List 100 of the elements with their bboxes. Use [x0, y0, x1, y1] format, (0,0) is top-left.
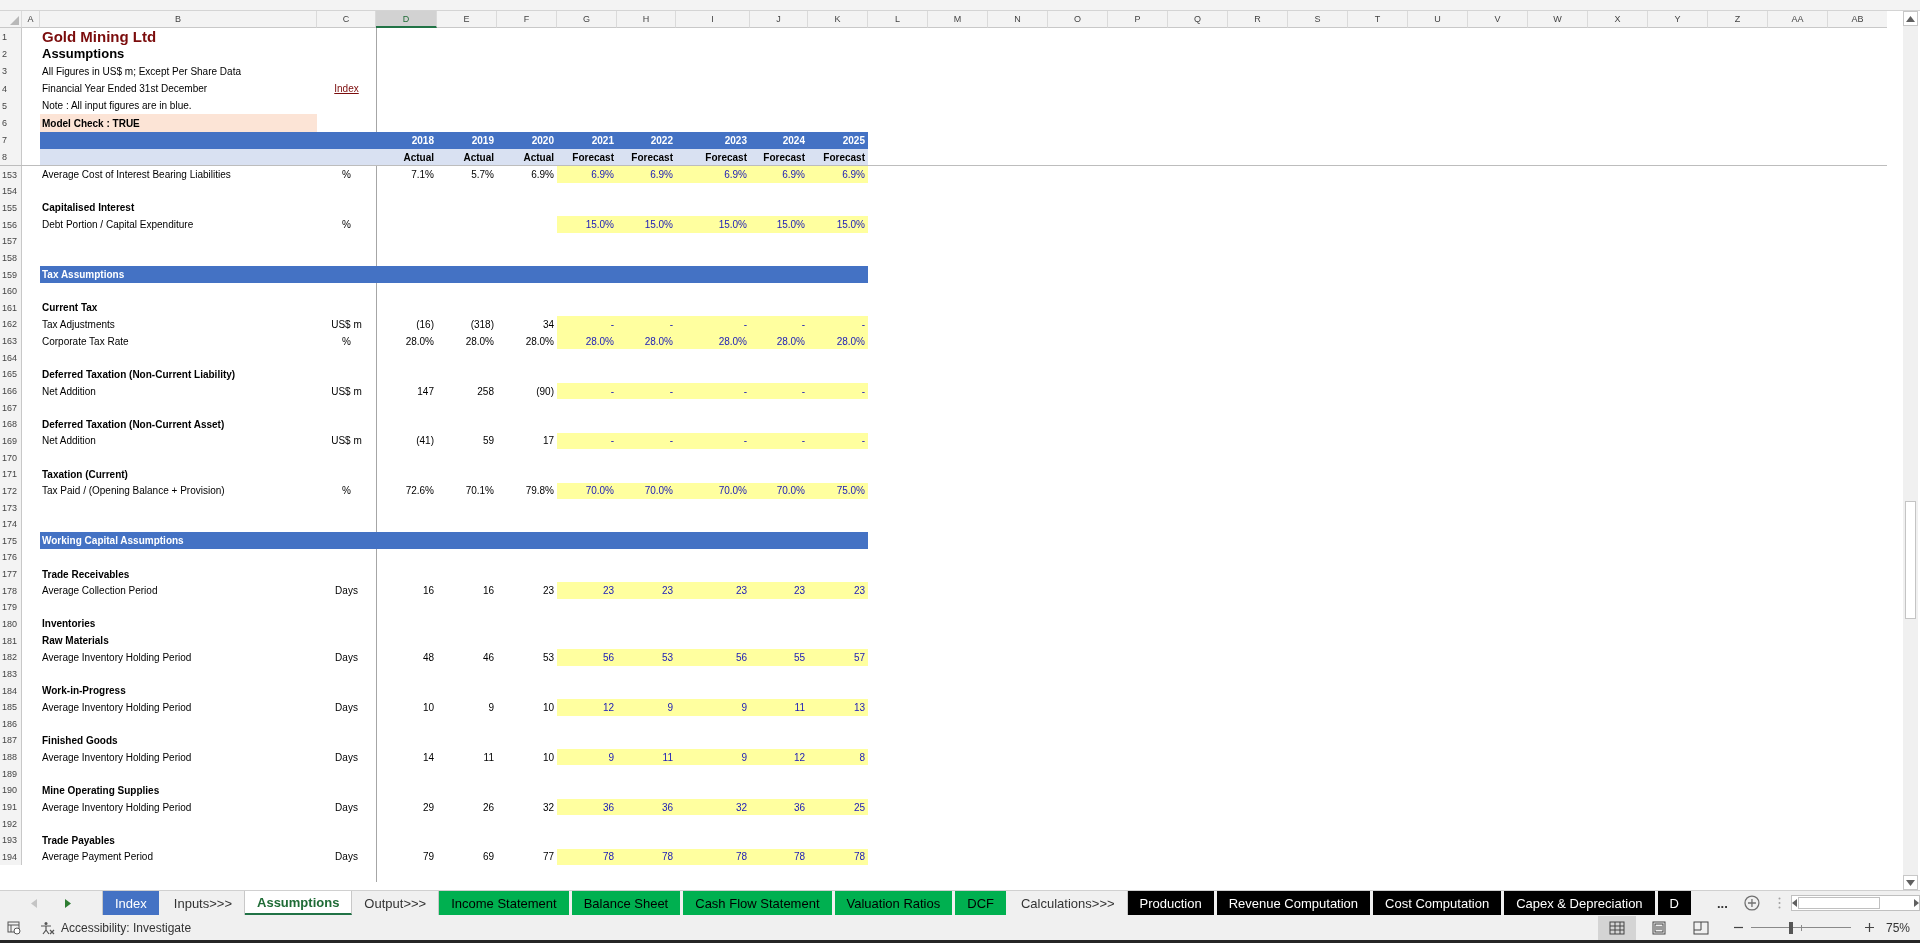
row-number[interactable]: 159	[0, 266, 22, 283]
input-cell[interactable]: 8	[808, 748, 868, 766]
accessibility-icon[interactable]	[39, 920, 55, 935]
row-number[interactable]: 189	[0, 765, 22, 783]
zoom-level[interactable]: 75%	[1885, 920, 1910, 935]
column-header[interactable]: P	[1108, 11, 1168, 28]
column-header[interactable]: L	[868, 11, 928, 28]
input-cell[interactable]: -	[808, 432, 868, 450]
input-cell[interactable]: -	[750, 316, 808, 333]
input-cell[interactable]: 9	[676, 748, 750, 766]
zoom-thumb[interactable]	[1788, 921, 1793, 934]
row-number[interactable]: 187	[0, 732, 22, 749]
column-header[interactable]: B	[40, 11, 317, 28]
input-cell[interactable]: 23	[676, 582, 750, 600]
horizontal-scrollbar[interactable]	[1790, 895, 1920, 911]
zoom-slider[interactable]	[1750, 921, 1851, 934]
row-number[interactable]: 154	[0, 183, 22, 200]
input-cell[interactable]: -	[676, 382, 750, 400]
row-number[interactable]: 170	[0, 449, 22, 466]
grid-icon[interactable]	[1608, 920, 1625, 935]
input-cell[interactable]: 23	[808, 582, 868, 600]
sheet-tab[interactable]: Capex & Depreciation	[1504, 891, 1658, 915]
input-cell[interactable]: 36	[557, 798, 617, 816]
row-number[interactable]: 193	[0, 832, 22, 849]
row-number[interactable]: 8	[0, 149, 22, 166]
input-cell[interactable]: 78	[808, 848, 868, 866]
column-header[interactable]: R	[1228, 11, 1288, 28]
input-cell[interactable]: 25	[808, 798, 868, 816]
input-cell[interactable]: -	[557, 432, 617, 450]
accessibility-status[interactable]: Accessibility: Investigate	[39, 920, 192, 935]
scroll-down-button[interactable]	[1903, 875, 1918, 890]
normal-view-button[interactable]	[1597, 915, 1636, 940]
column-header[interactable]: G	[557, 11, 617, 28]
input-cell[interactable]: -	[808, 382, 868, 400]
input-cell[interactable]: -	[750, 432, 808, 450]
left-arrow-icon[interactable]	[1791, 899, 1798, 907]
input-cell[interactable]: 15.0%	[676, 216, 750, 233]
input-cell[interactable]: 6.9%	[557, 166, 617, 183]
row-number[interactable]: 178	[0, 582, 22, 600]
column-header[interactable]: Y	[1648, 11, 1708, 28]
scroll-up-button[interactable]	[1903, 11, 1918, 26]
input-cell[interactable]: -	[808, 316, 868, 333]
plus-icon[interactable]	[1864, 923, 1874, 932]
page-break-icon[interactable]	[1692, 920, 1709, 935]
vertical-scrollbar[interactable]	[1903, 26, 1918, 875]
input-cell[interactable]: 36	[617, 798, 676, 816]
column-header[interactable]: T	[1348, 11, 1408, 28]
input-cell[interactable]: 15.0%	[557, 216, 617, 233]
column-header[interactable]: F	[497, 11, 557, 28]
input-cell[interactable]: 23	[750, 582, 808, 600]
input-cell[interactable]: 70.0%	[676, 482, 750, 500]
page-icon[interactable]	[1650, 920, 1667, 935]
sheet-tab[interactable]: Assumptions	[245, 891, 353, 915]
sheet-tab[interactable]: Index	[103, 891, 162, 915]
input-cell[interactable]: -	[750, 382, 808, 400]
input-cell[interactable]: 11	[617, 748, 676, 766]
row-number[interactable]: 164	[0, 349, 22, 367]
input-cell[interactable]: 12	[557, 698, 617, 716]
input-cell[interactable]: -	[617, 316, 676, 333]
column-header[interactable]: A	[22, 11, 40, 28]
input-cell[interactable]: 6.9%	[617, 166, 676, 183]
input-cell[interactable]: 15.0%	[617, 216, 676, 233]
row-number[interactable]: 173	[0, 499, 22, 516]
row-number[interactable]: 181	[0, 632, 22, 649]
input-cell[interactable]: 13	[808, 698, 868, 716]
input-cell[interactable]: -	[557, 382, 617, 400]
row-number[interactable]: 2	[0, 45, 22, 63]
right-arrow-icon[interactable]	[1913, 899, 1919, 907]
cell-mode-icon[interactable]	[7, 920, 21, 935]
input-cell[interactable]: 57	[808, 648, 868, 666]
input-cell[interactable]: 12	[750, 748, 808, 766]
input-cell[interactable]: 32	[676, 798, 750, 816]
sheet-tab[interactable]: D	[1657, 891, 1694, 915]
row-number[interactable]: 165	[0, 366, 22, 383]
row-number[interactable]: 1	[0, 28, 22, 46]
column-header[interactable]: U	[1408, 11, 1468, 28]
input-cell[interactable]: 15.0%	[750, 216, 808, 233]
row-number[interactable]: 192	[0, 815, 22, 832]
input-cell[interactable]: -	[557, 316, 617, 333]
input-cell[interactable]: 9	[617, 698, 676, 716]
row-number[interactable]: 176	[0, 549, 22, 566]
input-cell[interactable]: 70.0%	[557, 482, 617, 500]
row-number[interactable]: 156	[0, 216, 22, 233]
sheet-tab[interactable]: DCF	[955, 891, 1009, 915]
input-cell[interactable]: 70.0%	[617, 482, 676, 500]
add-sheet-icon[interactable]	[1743, 895, 1760, 911]
next-sheet-icon[interactable]	[65, 898, 71, 908]
scroll-thumb[interactable]	[1905, 501, 1916, 620]
column-header[interactable]: S	[1288, 11, 1348, 28]
row-number[interactable]: 162	[0, 316, 22, 333]
input-cell[interactable]: 56	[676, 648, 750, 666]
input-cell[interactable]: 78	[676, 848, 750, 866]
column-header[interactable]: J	[750, 11, 808, 28]
up-arrow-icon[interactable]	[1906, 15, 1915, 22]
splitter-handle-icon[interactable]	[1777, 897, 1781, 909]
column-header[interactable]: O	[1048, 11, 1108, 28]
index-link[interactable]: Index	[334, 83, 359, 95]
column-header[interactable]: M	[928, 11, 988, 28]
input-cell[interactable]: 9	[557, 748, 617, 766]
row-number[interactable]: 5	[0, 97, 22, 115]
